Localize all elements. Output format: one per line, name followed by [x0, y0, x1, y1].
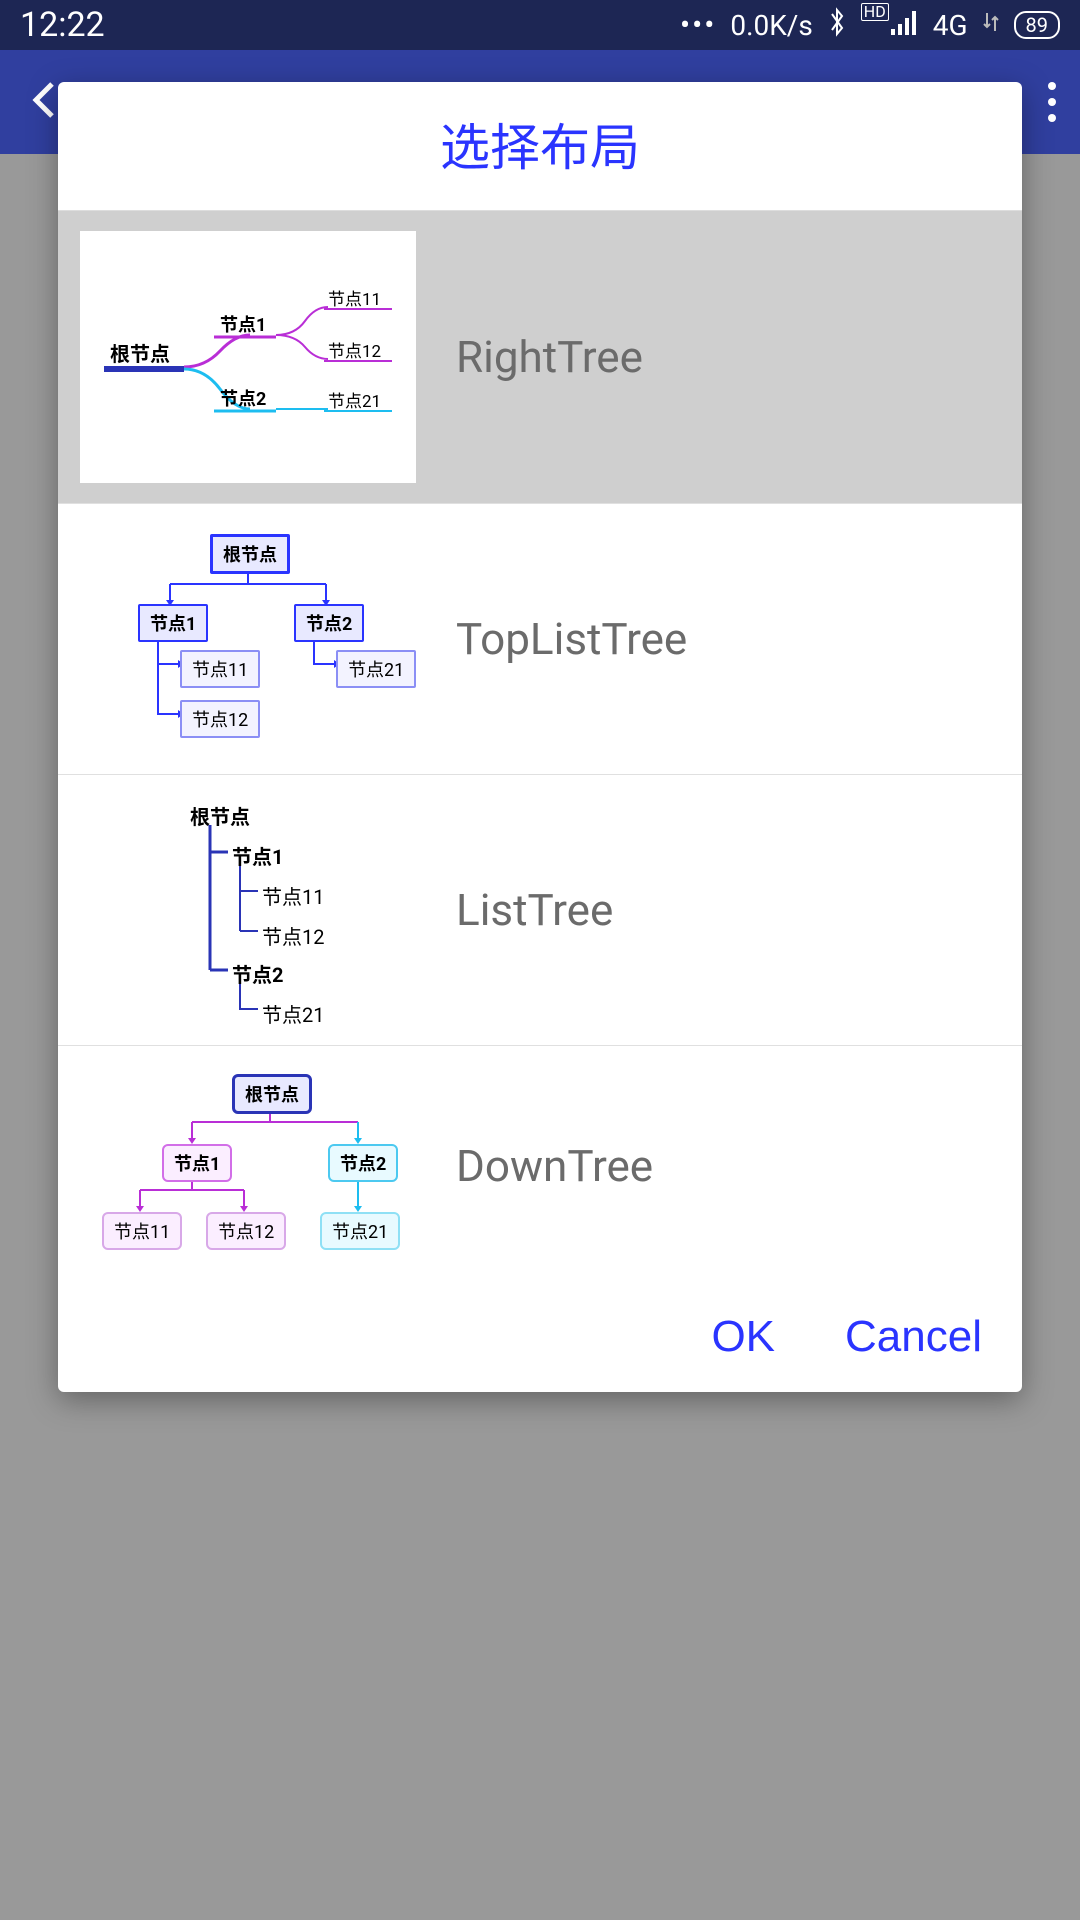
- layout-option-label: DownTree: [416, 1140, 1000, 1192]
- layout-option-toplisttree[interactable]: 根节点 节点1 节点2 节点11 节点12 节点21 TopListTree: [58, 504, 1022, 775]
- layout-option-listtree[interactable]: 根节点 节点1 节点11 节点12 节点2 节点21 ListTree: [58, 775, 1022, 1046]
- svg-text:节点21: 节点21: [328, 392, 381, 412]
- thumbnail-toplisttree: 根节点 节点1 节点2 节点11 节点12 节点21: [80, 524, 416, 754]
- svg-text:根节点: 根节点: [110, 342, 170, 366]
- status-bar: 12:22 ••• 0.0K/s HD 4G 89: [0, 0, 1080, 50]
- svg-text:节点11: 节点11: [328, 290, 381, 310]
- status-time: 12:22: [20, 5, 680, 45]
- layout-dialog: 选择布局 根节点 节点1 节点11 节: [58, 82, 1022, 1392]
- svg-text:节点12: 节点12: [328, 342, 381, 362]
- dialog-title: 选择布局: [58, 82, 1022, 211]
- more-indicator-icon: •••: [680, 8, 716, 43]
- network-type: 4G: [933, 9, 968, 42]
- network-speed: 0.0K/s: [730, 9, 812, 42]
- dialog-actions: OK Cancel: [58, 1286, 1022, 1392]
- cancel-button[interactable]: Cancel: [845, 1312, 982, 1362]
- hd-icon: HD: [861, 3, 889, 21]
- bluetooth-icon: [827, 6, 847, 45]
- svg-text:节点1: 节点1: [220, 315, 266, 336]
- battery-icon: 89: [1014, 11, 1060, 39]
- thumbnail-listtree: 根节点 节点1 节点11 节点12 节点2 节点21: [80, 795, 416, 1025]
- layout-option-label: RightTree: [416, 331, 1000, 383]
- thumbnail-righttree: 根节点 节点1 节点11 节点12 节点2: [80, 231, 416, 483]
- signal-icon: [889, 9, 919, 42]
- overflow-menu-icon[interactable]: [1048, 82, 1056, 122]
- data-arrows-icon: [982, 9, 1000, 42]
- layout-option-downtree[interactable]: 根节点 节点1 节点2 节点11 节点12 节点21 DownTree: [58, 1046, 1022, 1286]
- layout-options-list: 根节点 节点1 节点11 节点12 节点2: [58, 211, 1022, 1286]
- ok-button[interactable]: OK: [711, 1312, 775, 1362]
- layout-option-righttree[interactable]: 根节点 节点1 节点11 节点12 节点2: [58, 211, 1022, 504]
- layout-option-label: TopListTree: [416, 613, 1000, 665]
- layout-option-label: ListTree: [416, 884, 1000, 936]
- svg-text:节点2: 节点2: [220, 389, 266, 410]
- thumbnail-downtree: 根节点 节点1 节点2 节点11 节点12 节点21: [80, 1066, 416, 1266]
